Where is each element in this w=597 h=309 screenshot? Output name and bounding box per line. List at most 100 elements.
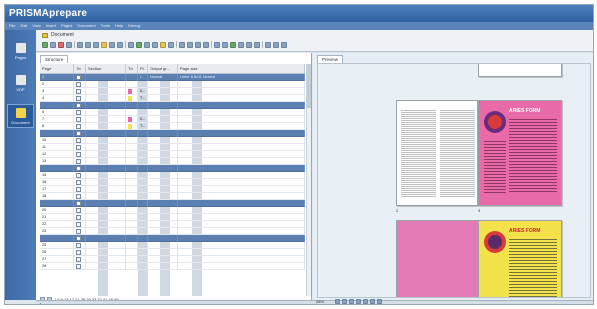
col-header-section[interactable]: Section xyxy=(86,64,126,74)
open-icon[interactable] xyxy=(50,41,56,48)
zoom-in-icon[interactable] xyxy=(363,299,368,304)
cell-pl xyxy=(138,165,148,172)
table-row[interactable]: 18 xyxy=(40,193,305,200)
cell-page-size xyxy=(178,221,305,228)
table-row[interactable]: 6 xyxy=(40,109,305,116)
check-icon[interactable] xyxy=(230,41,236,48)
nav-item-document[interactable]: Document xyxy=(7,104,34,128)
cut-icon[interactable] xyxy=(66,41,72,48)
cell-page: 21 xyxy=(40,214,74,221)
structure-scrollbar[interactable] xyxy=(306,64,311,296)
table-row[interactable]: 1 I.. Normal Letter 8.5x11 Normal xyxy=(40,74,305,81)
fit-page-icon[interactable] xyxy=(377,299,382,304)
table-row[interactable]: 25 xyxy=(40,242,305,249)
col-header-page[interactable]: Page xyxy=(40,64,74,74)
table-row[interactable]: 23 xyxy=(40,228,305,235)
nav-item-pages[interactable]: Pages xyxy=(7,40,34,64)
table-row[interactable]: 8 T... xyxy=(40,123,305,130)
nav-item-vdp[interactable]: VDP xyxy=(7,72,34,96)
zoom-out-icon[interactable] xyxy=(370,299,375,304)
form-title: ARIES FORM xyxy=(509,228,541,234)
scrollbar-thumb[interactable] xyxy=(307,64,311,108)
table-row[interactable]: 11 xyxy=(40,144,305,151)
table-row[interactable]: 7 II... xyxy=(40,116,305,123)
menu-file[interactable]: File xyxy=(9,23,15,29)
preview-page-2[interactable] xyxy=(396,100,478,206)
menu-pages[interactable]: Pages xyxy=(61,23,72,29)
table-row[interactable]: 3 II... xyxy=(40,88,305,95)
table-row[interactable]: 27 xyxy=(40,256,305,263)
grid-view-icon[interactable] xyxy=(281,41,287,48)
table-row[interactable] xyxy=(40,130,305,137)
table-row[interactable] xyxy=(40,102,305,109)
col-header-tab[interactable]: Tb xyxy=(74,64,86,74)
cell-pl: T... xyxy=(138,95,148,102)
table-row[interactable]: 15 xyxy=(40,172,305,179)
table-row[interactable]: 17 xyxy=(40,186,305,193)
zoom-level[interactable]: 28% xyxy=(316,299,324,304)
vdp-field-icon[interactable] xyxy=(214,41,220,48)
col-header-pl[interactable]: Pl.. xyxy=(138,64,148,74)
preview-page-5[interactable]: ARIES FORM xyxy=(478,220,562,297)
preview-page-4[interactable] xyxy=(396,220,478,297)
table-row[interactable]: 12 xyxy=(40,151,305,158)
new-icon[interactable] xyxy=(42,41,48,48)
color-icon[interactable] xyxy=(238,41,244,48)
settings-icon[interactable] xyxy=(273,41,279,48)
scale-icon[interactable] xyxy=(187,41,193,48)
previous-page-icon[interactable] xyxy=(342,299,347,304)
finishing-icon[interactable] xyxy=(144,41,150,48)
table-row[interactable]: 21 xyxy=(40,214,305,221)
col-header-page-size[interactable]: Page size xyxy=(178,64,305,74)
table-row[interactable] xyxy=(40,165,305,172)
paste-icon[interactable] xyxy=(85,41,91,48)
table-row[interactable]: 26 xyxy=(40,249,305,256)
insert-page-icon[interactable] xyxy=(93,41,99,48)
menu-debug[interactable]: Debug xyxy=(128,23,140,29)
form-title: ARIES FORM xyxy=(509,108,541,114)
print-icon[interactable] xyxy=(254,41,260,48)
table-row[interactable]: 20 xyxy=(40,207,305,214)
last-page-icon[interactable] xyxy=(356,299,361,304)
table-row[interactable]: 28 xyxy=(40,263,305,270)
table-row[interactable]: 2 xyxy=(40,81,305,88)
preview-page-top[interactable] xyxy=(478,64,562,77)
table-row[interactable]: 13 xyxy=(40,158,305,165)
duplex-icon[interactable] xyxy=(195,41,201,48)
merge-icon[interactable] xyxy=(222,41,228,48)
section-icon[interactable] xyxy=(109,41,115,48)
table-row[interactable] xyxy=(40,200,305,207)
send-icon[interactable] xyxy=(265,41,271,48)
preview-page-3[interactable]: ARIES FORM xyxy=(478,100,562,206)
menu-insert[interactable]: Insert xyxy=(46,23,56,29)
stamp-icon[interactable] xyxy=(168,41,174,48)
menu-edit[interactable]: Edit xyxy=(20,23,27,29)
table-row[interactable] xyxy=(40,235,305,242)
table-row[interactable]: 10 xyxy=(40,137,305,144)
menu-view[interactable]: View xyxy=(32,23,41,29)
tab-preview[interactable]: Preview xyxy=(317,55,344,63)
copy-icon[interactable] xyxy=(77,41,83,48)
table-row[interactable]: 16 xyxy=(40,179,305,186)
menu-tools[interactable]: Tools xyxy=(101,23,110,29)
layout-icon[interactable] xyxy=(117,41,123,48)
menu-document[interactable]: Document xyxy=(77,23,95,29)
next-page-icon[interactable] xyxy=(349,299,354,304)
col-header-thumb[interactable]: Th xyxy=(126,64,138,74)
table-row[interactable]: 22 xyxy=(40,221,305,228)
annotation-icon[interactable] xyxy=(160,41,166,48)
delete-icon[interactable] xyxy=(58,41,64,48)
menu-help[interactable]: Help xyxy=(115,23,123,29)
staple-icon[interactable] xyxy=(152,41,158,48)
tab-icon[interactable] xyxy=(101,41,107,48)
tab-structure[interactable]: Structure xyxy=(40,55,69,63)
page-icon xyxy=(76,208,81,213)
first-page-icon[interactable] xyxy=(335,299,340,304)
page-setup-icon[interactable] xyxy=(128,41,134,48)
media-icon[interactable] xyxy=(136,41,142,48)
imposition-icon[interactable] xyxy=(203,41,209,48)
table-row[interactable]: 4 T... xyxy=(40,95,305,102)
output-icon[interactable] xyxy=(246,41,252,48)
col-header-output[interactable]: Output gr... xyxy=(148,64,178,74)
rotate-icon[interactable] xyxy=(179,41,185,48)
